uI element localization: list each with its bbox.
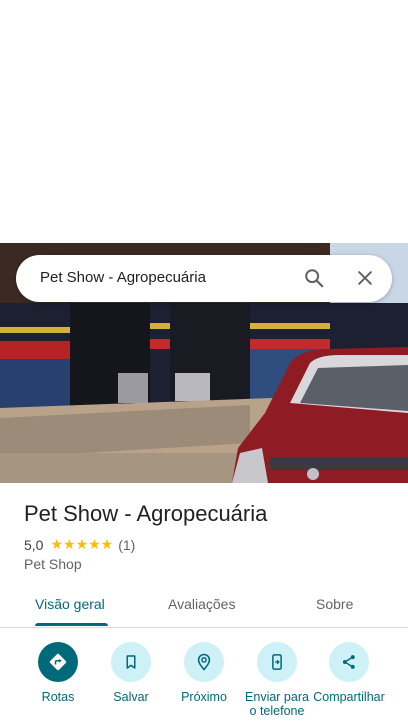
nearby-icon	[184, 642, 224, 682]
save-label: Salvar	[113, 690, 149, 704]
search-icon[interactable]	[302, 266, 326, 290]
active-tab-indicator	[35, 623, 108, 626]
tab-reviews[interactable]: Avaliações	[168, 596, 235, 612]
send-to-phone-label: Enviar para o telefone	[245, 690, 309, 718]
place-title: Pet Show - Agropecuária	[24, 501, 268, 526]
nearby-button[interactable]: Próximo	[164, 642, 244, 704]
tab-overview[interactable]: Visão geral	[35, 596, 105, 612]
close-icon[interactable]	[353, 266, 377, 290]
tab-bar: Visão geral Avaliações Sobre	[0, 584, 408, 628]
send-to-phone-icon	[257, 642, 297, 682]
directions-icon	[38, 642, 78, 682]
map-blank-area	[0, 0, 408, 243]
place-category: Pet Shop	[24, 556, 82, 572]
send-to-phone-button[interactable]: Enviar para o telefone	[237, 642, 317, 718]
save-button[interactable]: Salvar	[91, 642, 171, 704]
share-button[interactable]: Compartilhar	[309, 642, 389, 704]
rating-row[interactable]: 5,0 ★★★★★ (1)	[24, 536, 135, 553]
rating-value: 5,0	[24, 536, 44, 553]
star-rating-icon: ★★★★★	[50, 536, 114, 552]
review-count[interactable]: (1)	[118, 537, 135, 553]
directions-button[interactable]: Rotas	[18, 642, 98, 704]
search-query[interactable]: Pet Show - Agropecuária	[40, 269, 206, 286]
share-icon	[329, 642, 369, 682]
nearby-label: Próximo	[181, 690, 227, 704]
share-label: Compartilhar	[313, 690, 385, 704]
bookmark-icon	[111, 642, 151, 682]
search-bar[interactable]: Pet Show - Agropecuária	[16, 255, 392, 302]
tab-about[interactable]: Sobre	[316, 596, 353, 612]
directions-label: Rotas	[41, 690, 75, 704]
